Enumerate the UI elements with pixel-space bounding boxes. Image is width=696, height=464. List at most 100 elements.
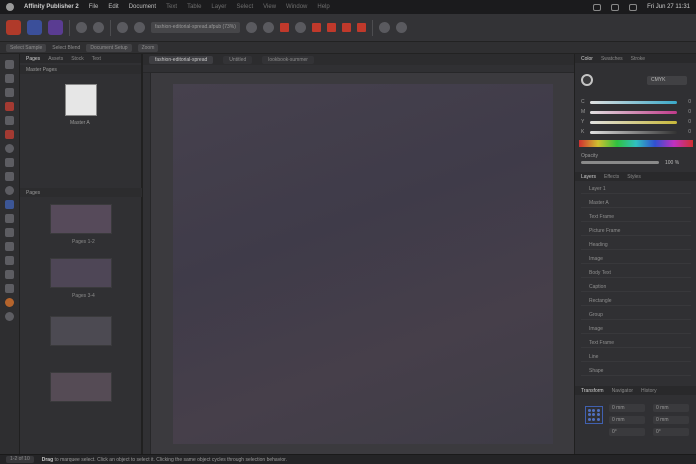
photo-persona-button[interactable] (48, 20, 63, 35)
yellow-slider[interactable] (590, 120, 677, 124)
magenta-slider[interactable] (590, 110, 677, 114)
text-wrap-icon[interactable] (245, 22, 257, 33)
tab-transform[interactable]: Transform (581, 388, 604, 394)
page-thumbnail[interactable] (50, 204, 112, 234)
fill-color-well[interactable] (581, 74, 593, 86)
anchor-dot[interactable] (596, 413, 600, 417)
layer-row[interactable]: Image (581, 254, 691, 264)
designer-persona-button[interactable] (27, 20, 42, 35)
layer-row[interactable]: Text Frame (581, 338, 691, 348)
menu-clock[interactable]: Fri Jun 27 11:31 (647, 4, 690, 10)
transparency-tool-icon[interactable] (5, 256, 14, 265)
picture-frame-tool-icon[interactable] (5, 158, 14, 167)
tab-color[interactable]: Color (581, 56, 593, 62)
anchor-dot[interactable] (588, 417, 591, 421)
shear-field[interactable]: 0° (653, 428, 689, 436)
vertical-ruler[interactable] (143, 73, 151, 454)
frame-text-tool-icon[interactable] (5, 88, 14, 97)
layer-row[interactable]: Shape (581, 366, 691, 376)
layer-row[interactable]: Master A (581, 198, 691, 208)
tab-stock[interactable]: Stock (71, 56, 84, 62)
settings-icon[interactable] (76, 22, 87, 33)
hand-tool-icon[interactable] (5, 298, 14, 307)
page-thumbnail[interactable] (50, 372, 112, 402)
x-position-field[interactable]: 0 mm (609, 404, 645, 412)
color-chip-icon[interactable] (279, 23, 289, 32)
opacity-value[interactable]: 100 % (665, 160, 679, 166)
boolean-add-icon[interactable] (311, 23, 321, 32)
layer-row[interactable]: Text Frame (581, 212, 691, 222)
select-sample-field[interactable]: Select Sample (6, 43, 47, 52)
rectangle-tool-icon[interactable] (5, 172, 14, 181)
opacity-slider[interactable] (581, 161, 659, 164)
control-center-icon[interactable] (629, 3, 638, 11)
boolean-xor-icon[interactable] (356, 23, 366, 32)
publisher-persona-button[interactable] (6, 20, 21, 35)
tab-styles[interactable]: Styles (627, 174, 641, 180)
layer-row[interactable]: Picture Frame (581, 226, 691, 236)
zoom-tool-icon[interactable] (5, 312, 14, 321)
menu-edit[interactable]: Edit (108, 4, 118, 10)
anchor-dot[interactable] (596, 409, 600, 412)
tab-history[interactable]: History (641, 388, 657, 394)
document-setup-button[interactable]: Document Setup (86, 43, 132, 52)
tab-stroke[interactable]: Stroke (631, 56, 645, 62)
layer-row[interactable]: Line (581, 352, 691, 362)
width-field[interactable]: 0 mm (653, 404, 689, 412)
node-tool-icon[interactable] (5, 74, 14, 83)
anchor-dot[interactable] (588, 409, 591, 412)
select-blend-option[interactable]: Select Blend (52, 45, 80, 51)
arrange-icon[interactable] (294, 22, 306, 33)
eyedropper-tool-icon[interactable] (5, 284, 14, 293)
layer-row[interactable]: Caption (581, 282, 691, 292)
master-pages-header[interactable]: Master Pages (20, 65, 141, 74)
cyan-slider[interactable] (590, 100, 677, 104)
shape-tool-icon[interactable] (5, 200, 14, 209)
apple-icon[interactable] (6, 3, 14, 11)
layer-row[interactable]: Group (581, 310, 691, 320)
artistic-text-tool-icon[interactable] (5, 116, 14, 125)
height-field[interactable]: 0 mm (653, 416, 689, 424)
anchor-dot[interactable] (592, 417, 596, 421)
view-mode-icon[interactable] (134, 22, 145, 33)
page-navigator-field[interactable]: 1-2 of 10 (6, 456, 34, 463)
anchor-point-selector[interactable] (585, 406, 603, 424)
table-tool-icon[interactable] (5, 102, 14, 111)
menu-text[interactable]: Text (166, 4, 177, 10)
anchor-dot[interactable] (596, 417, 600, 421)
slider-value[interactable]: 0 (681, 109, 691, 115)
menu-table[interactable]: Table (187, 4, 201, 10)
studio-link-icon[interactable] (378, 22, 390, 33)
tab-effects[interactable]: Effects (604, 174, 619, 180)
boolean-intersect-icon[interactable] (341, 23, 351, 32)
layer-row[interactable]: Image (581, 324, 691, 334)
pages-section-header[interactable]: Pages (20, 188, 142, 197)
y-position-field[interactable]: 0 mm (609, 416, 645, 424)
zoom-field[interactable]: Zoom (137, 43, 159, 52)
tab-swatches[interactable]: Swatches (601, 56, 623, 62)
wifi-icon[interactable] (611, 3, 620, 11)
menu-document[interactable]: Document (129, 4, 156, 10)
page-thumbnail[interactable] (50, 258, 112, 288)
layer-row[interactable]: Body Text (581, 268, 691, 278)
color-spectrum[interactable] (579, 140, 693, 147)
tab-navigator[interactable]: Navigator (612, 388, 633, 394)
black-slider[interactable] (590, 130, 677, 134)
place-image-tool-icon[interactable] (5, 270, 14, 279)
frame-icon[interactable] (262, 22, 274, 33)
share-icon[interactable] (395, 22, 407, 33)
menu-select[interactable]: Select (236, 4, 253, 10)
layer-row[interactable]: Layer 1 (581, 184, 691, 194)
horizontal-ruler[interactable] (143, 65, 575, 73)
master-page-thumbnail[interactable] (65, 84, 97, 116)
preflight-icon[interactable] (93, 22, 104, 33)
menu-window[interactable]: Window (286, 4, 307, 10)
menu-view[interactable]: View (263, 4, 276, 10)
ellipse-tool-icon[interactable] (5, 186, 14, 195)
vector-crop-tool-icon[interactable] (5, 242, 14, 251)
layer-row[interactable]: Rectangle (581, 296, 691, 306)
tab-document-active[interactable]: fashion-editorial-spread (149, 55, 214, 64)
app-name-menu[interactable]: Affinity Publisher 2 (24, 4, 79, 10)
fill-tool-icon[interactable] (5, 214, 14, 223)
menu-help[interactable]: Help (317, 4, 329, 10)
